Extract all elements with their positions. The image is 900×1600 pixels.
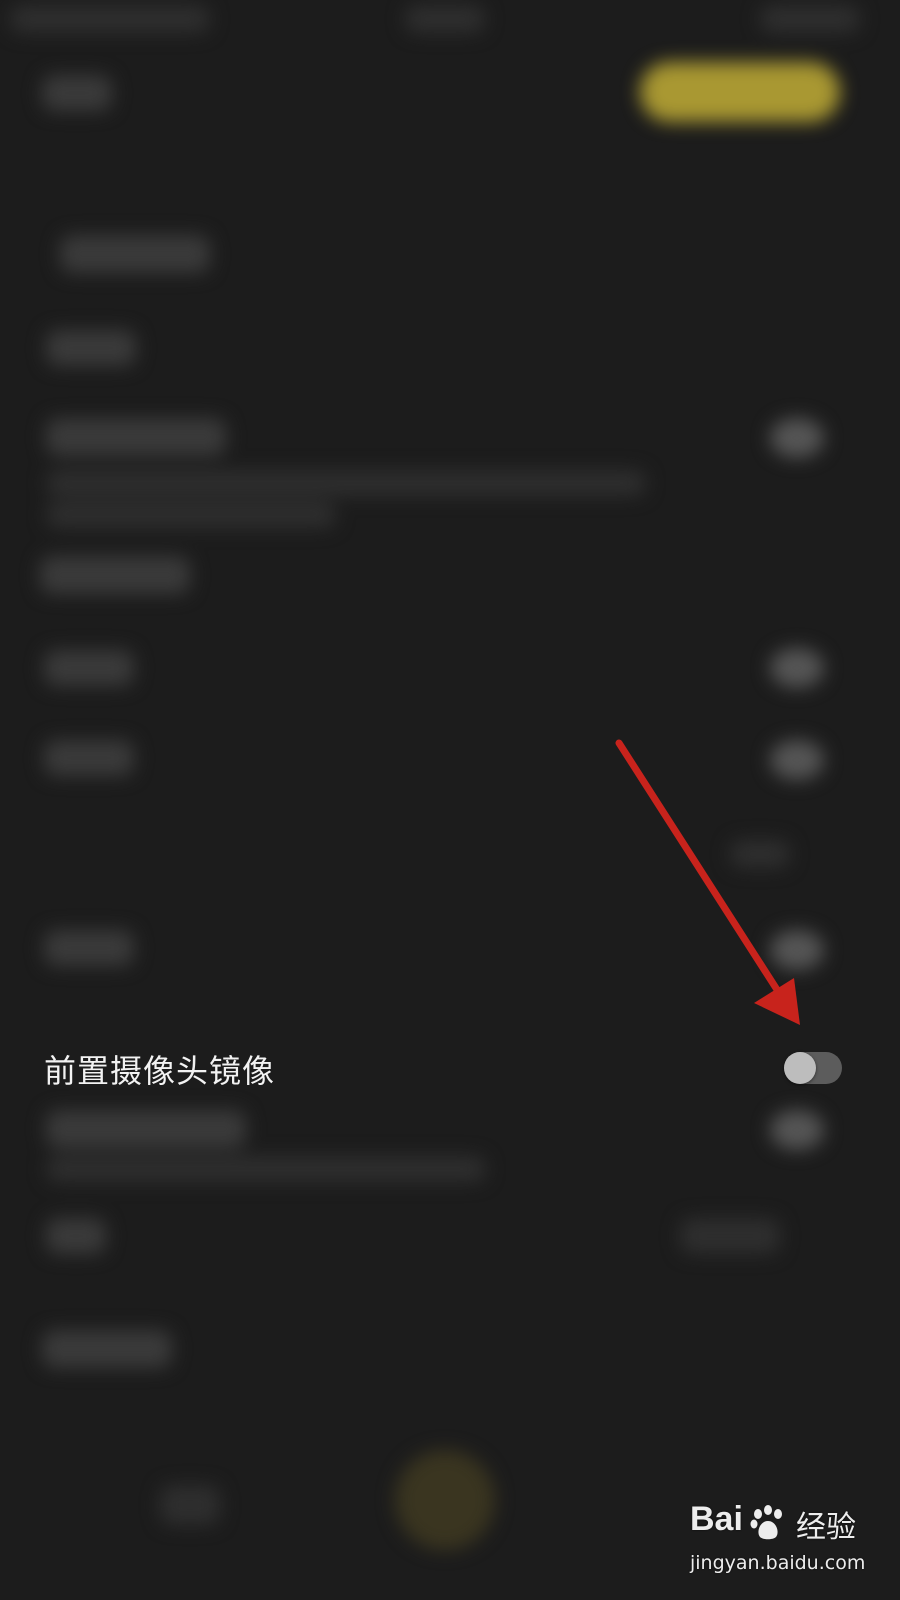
watermark-cn-text: 经验: [796, 1510, 856, 1545]
watermark-logo-text: Bai: [690, 1500, 743, 1538]
paw-icon: [750, 1505, 782, 1540]
setting-row-front-camera-mirror: 前置摄像头镜像: [0, 1022, 900, 1108]
blurred-background: [0, 0, 900, 1600]
red-arrow-annotation: [615, 739, 800, 1025]
toggle-knob: [784, 1052, 816, 1084]
baidu-jingyan-watermark: Bai 经验 jingyan.baidu.com: [690, 1500, 890, 1592]
watermark-url: jingyan.baidu.com: [690, 1552, 866, 1574]
front-camera-mirror-toggle[interactable]: [784, 1052, 842, 1084]
settings-screen: 前置摄像头镜像 Bai 经验 jingyan.baidu.com: [0, 0, 900, 1600]
setting-label: 前置摄像头镜像: [44, 1052, 276, 1090]
